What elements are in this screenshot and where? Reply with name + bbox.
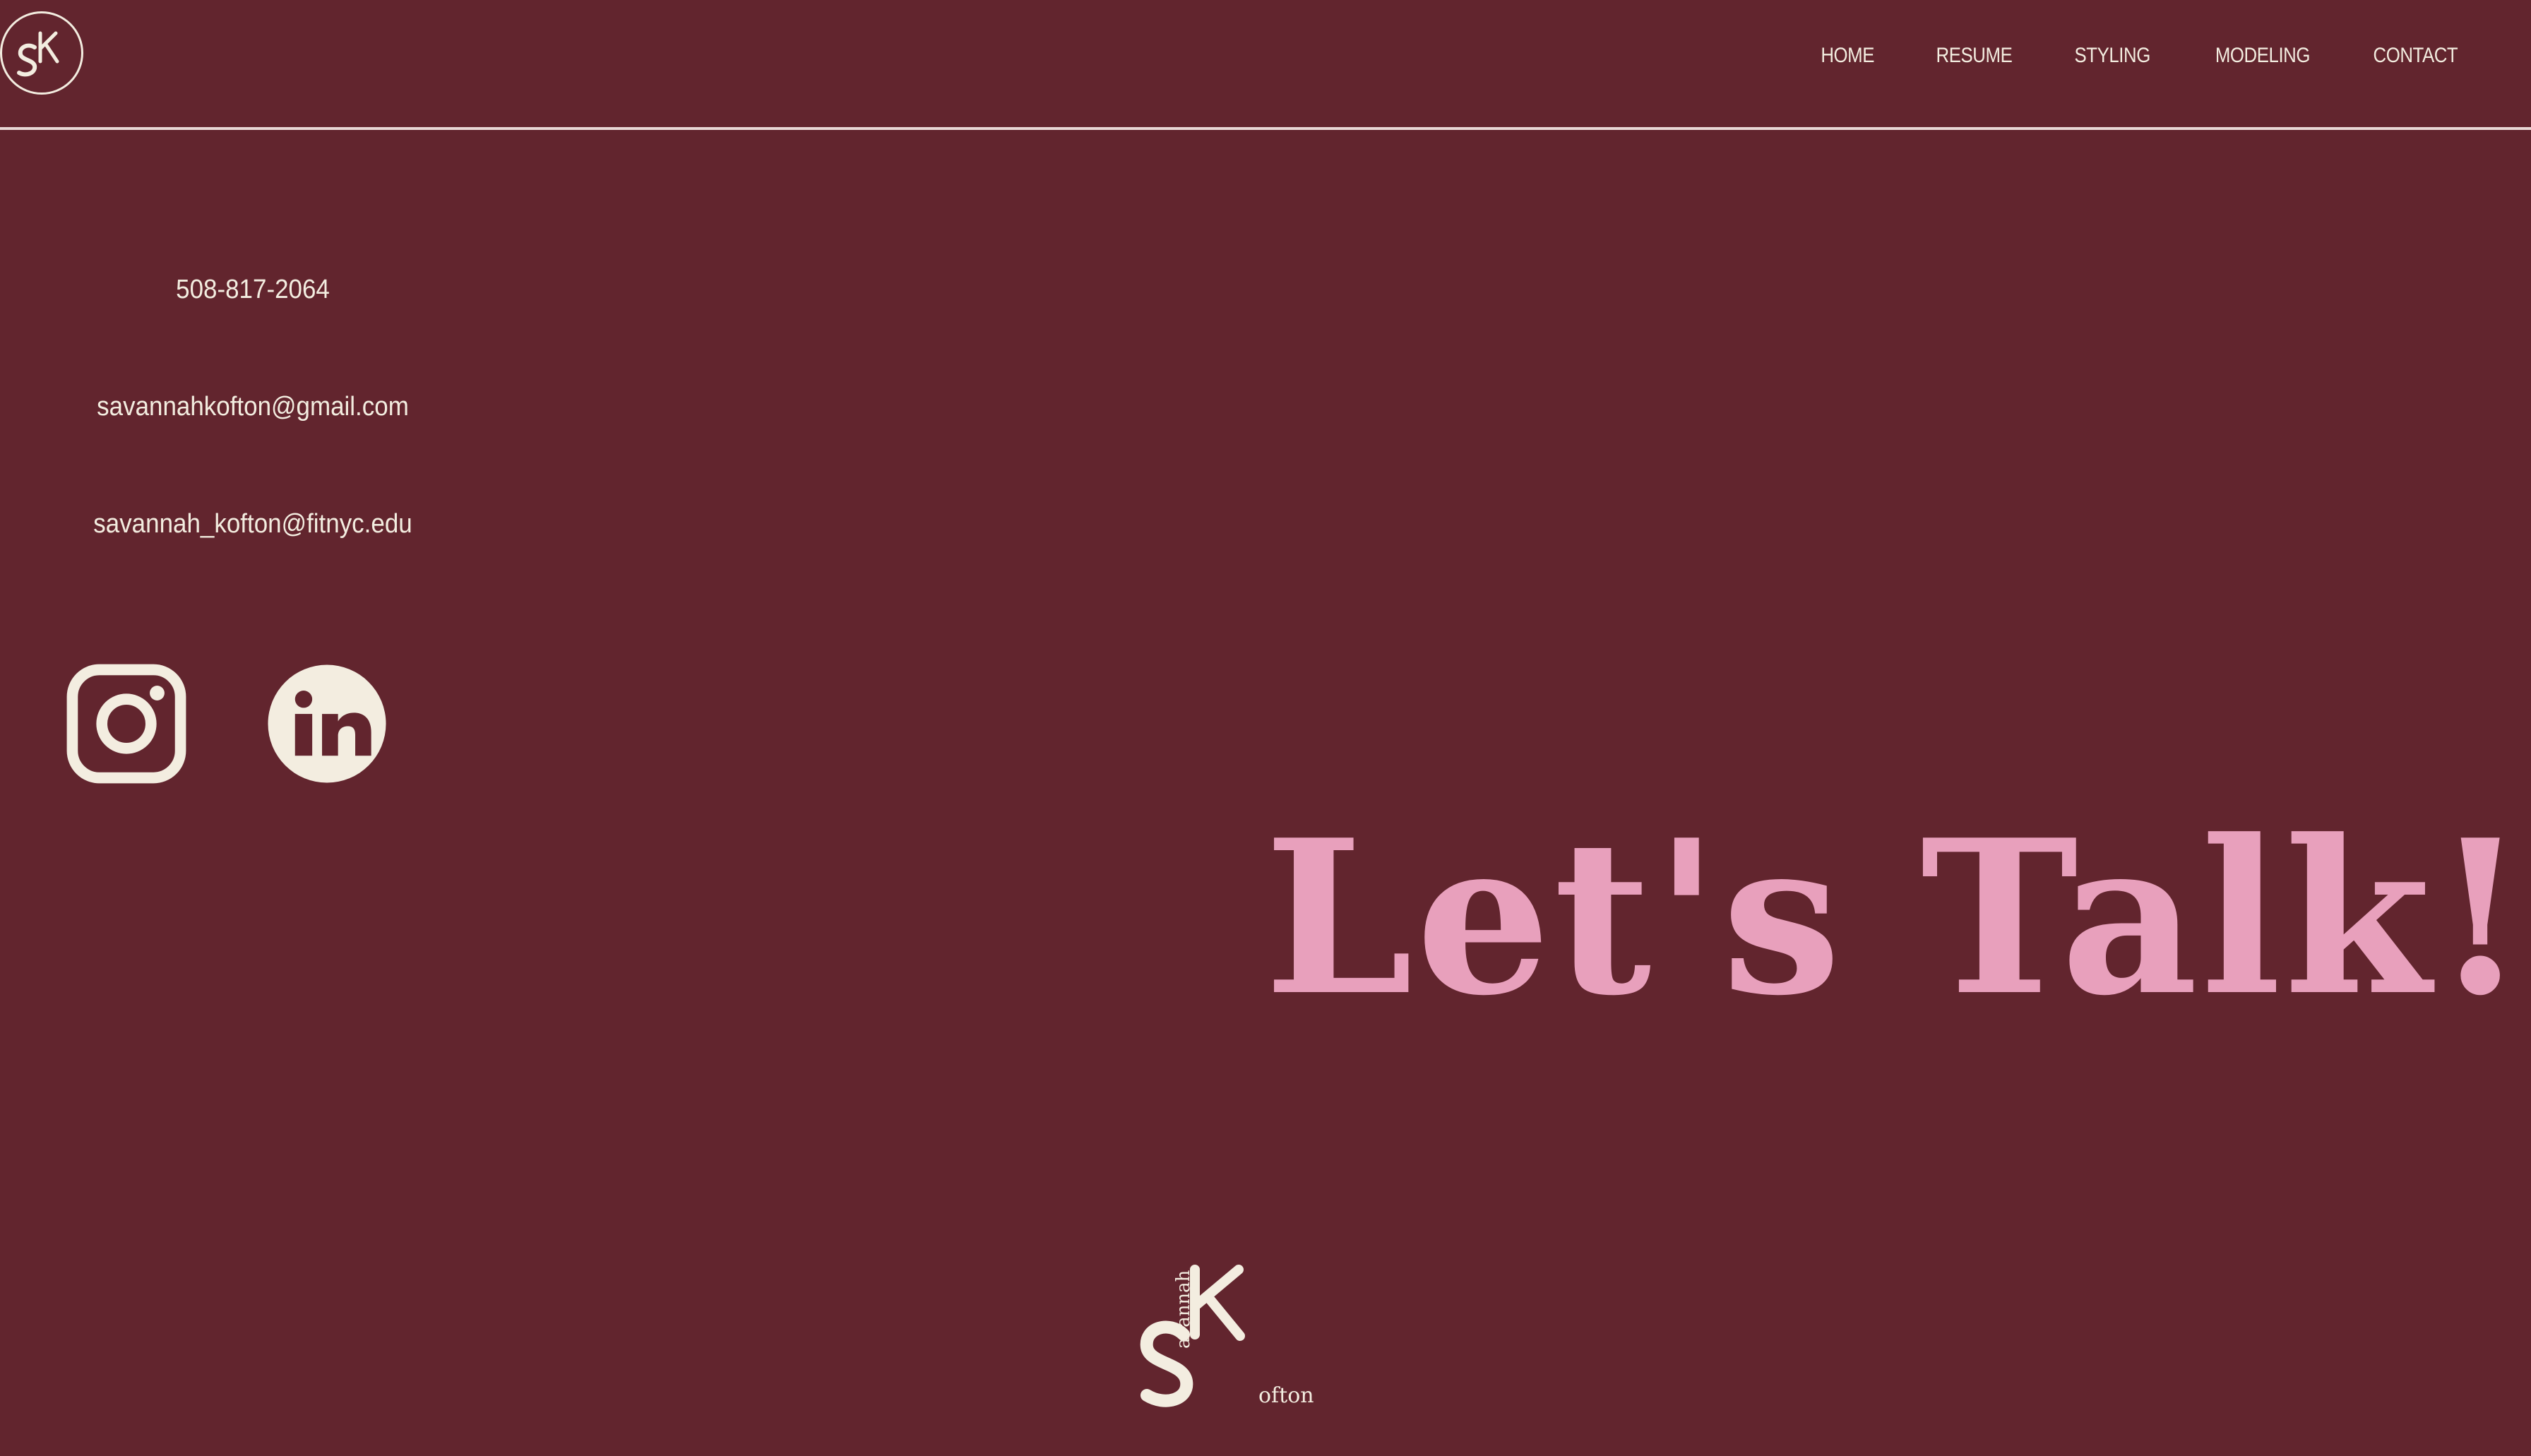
nav-contact-link[interactable]: CONTACT — [2373, 44, 2458, 68]
phone-number[interactable]: 508-817-2064 — [20, 261, 486, 378]
contact-page: HOME RESUME STYLING MODELING CONTACT 508… — [0, 0, 2531, 1456]
email-personal-link[interactable]: savannahkofton@gmail.com — [20, 378, 486, 496]
savannah-kofton-logo-icon: avannah ofton — [1140, 1265, 1314, 1408]
contact-info: 508-817-2064 savannahkofton@gmail.com sa… — [0, 261, 506, 613]
nav-styling-link[interactable]: STYLING — [2074, 44, 2150, 68]
instagram-icon[interactable] — [65, 662, 188, 785]
email-school-link[interactable]: savannah_kofton@fitnyc.edu — [20, 496, 486, 613]
nav-resume-link[interactable]: RESUME — [1936, 44, 2013, 68]
social-links — [65, 662, 388, 785]
nav-modeling-link[interactable]: MODELING — [2215, 44, 2311, 68]
sk-monogram-logo-icon[interactable] — [0, 11, 83, 95]
main-nav: HOME RESUME STYLING MODELING CONTACT — [1812, 44, 2458, 68]
header-divider — [0, 127, 2531, 130]
linkedin-icon[interactable] — [266, 662, 388, 785]
site-header: HOME RESUME STYLING MODELING CONTACT — [0, 0, 2531, 127]
footer-logo-last: ofton — [1258, 1383, 1314, 1408]
footer-logo-first: avannah — [1173, 1270, 1194, 1349]
nav-home-link[interactable]: HOME — [1821, 44, 1875, 68]
lets-talk-headline: Let's Talk! — [1264, 793, 2530, 1042]
